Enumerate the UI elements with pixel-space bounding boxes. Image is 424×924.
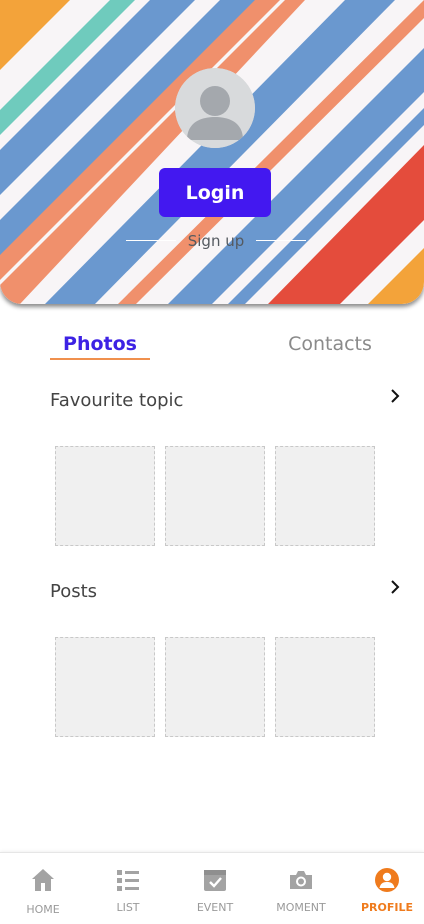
signup-row: Sign up [126, 230, 306, 252]
post-placeholder[interactable] [275, 637, 375, 737]
list-icon [115, 867, 141, 893]
nav-label: HOME [26, 903, 60, 916]
section-title-favourite-topic: Favourite topic [50, 390, 184, 411]
signup-link[interactable]: Sign up [126, 230, 306, 252]
avatar[interactable] [175, 68, 255, 148]
photo-placeholder[interactable] [275, 446, 375, 546]
nav-label: EVENT [196, 901, 234, 914]
nav-label: PROFILE [360, 901, 413, 914]
bottom-nav: HOME LIST EVENT MOMENT PROFILE [0, 852, 424, 924]
striped-background [0, 0, 424, 304]
photo-placeholder[interactable] [55, 446, 155, 546]
nav-label: MOMENT [276, 901, 326, 914]
post-placeholder[interactable] [55, 637, 155, 737]
nav-label: LIST [116, 901, 140, 914]
nav-item-moment[interactable]: MOMENT [259, 853, 343, 924]
camera-icon [288, 867, 314, 893]
post-placeholder[interactable] [165, 637, 265, 737]
tab-photos[interactable]: Photos [50, 330, 150, 358]
event-icon [202, 867, 228, 893]
active-tab-indicator [50, 358, 150, 360]
profile-icon [374, 867, 400, 893]
tab-contacts[interactable]: Contacts [280, 330, 380, 358]
nav-item-home[interactable]: HOME [1, 853, 85, 924]
photo-placeholder[interactable] [165, 446, 265, 546]
user-placeholder-icon [175, 68, 255, 148]
profile-header-banner: Login Sign up [0, 0, 424, 304]
home-icon [30, 867, 56, 893]
nav-item-list[interactable]: LIST [86, 853, 170, 924]
nav-item-profile[interactable]: PROFILE [345, 853, 424, 924]
section-title-posts: Posts [50, 581, 98, 602]
chevron-right-icon[interactable] [385, 386, 405, 406]
divider-line [256, 240, 306, 241]
nav-item-event[interactable]: EVENT [173, 853, 257, 924]
profile-screen: Login Sign up Photos Contacts Favourite … [0, 0, 424, 924]
chevron-right-icon[interactable] [385, 577, 405, 597]
login-button[interactable]: Login [159, 168, 271, 217]
